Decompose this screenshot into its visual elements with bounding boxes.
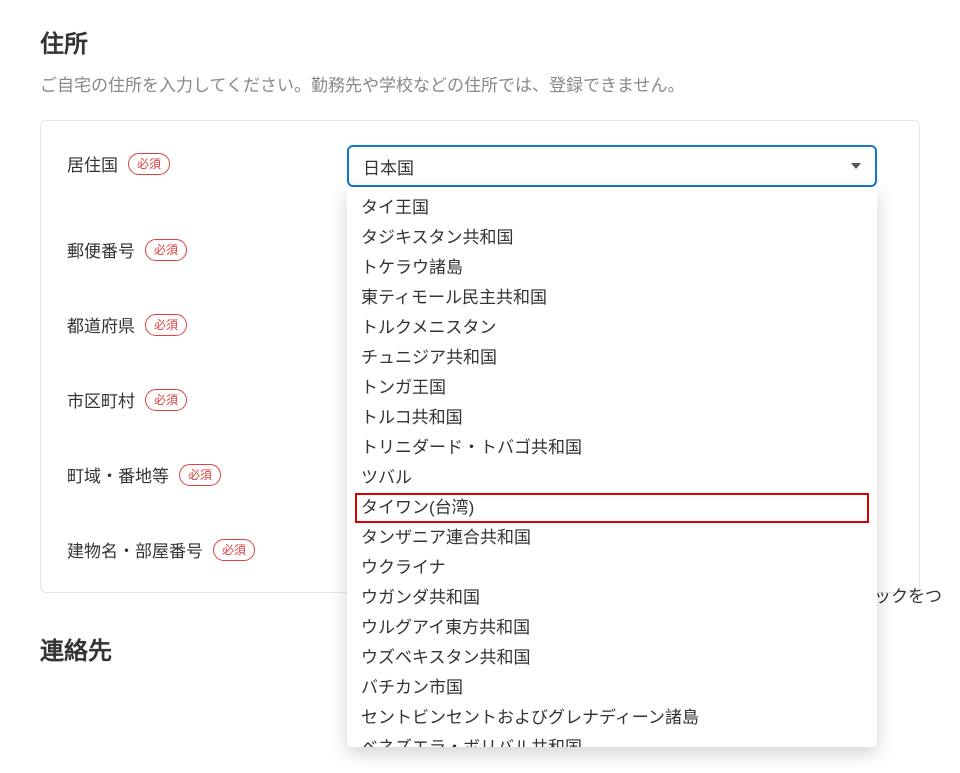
required-badge: 必須 (179, 464, 221, 486)
pref-label: 都道府県 (67, 312, 135, 337)
required-badge: 必須 (145, 389, 187, 411)
country-option[interactable]: ウルグアイ東方共和国 (347, 613, 877, 643)
hint-text-fragment: ックをつ (874, 582, 942, 607)
required-badge: 必須 (213, 539, 255, 561)
city-label: 市区町村 (67, 387, 135, 412)
chevron-down-icon (851, 163, 861, 169)
country-option[interactable]: タジキスタン共和国 (347, 223, 877, 253)
country-option[interactable]: ウズベキスタン共和国 (347, 643, 877, 673)
address-section-title: 住所 (40, 24, 920, 59)
country-option[interactable]: ベネズエラ・ボリバル共和国 (347, 733, 877, 747)
street-label: 町域・番地等 (67, 462, 169, 487)
bldg-label: 建物名・部屋番号 (67, 537, 203, 562)
country-option[interactable]: ツバル (347, 463, 877, 493)
required-badge: 必須 (145, 314, 187, 336)
address-section-desc: ご自宅の住所を入力してください。勤務先や学校などの住所では、登録できません。 (40, 71, 920, 96)
country-option[interactable]: ウクライナ (347, 553, 877, 583)
country-option[interactable]: セントビンセントおよびグレナディーン諸島 (347, 703, 877, 733)
country-option[interactable]: ウガンダ共和国 (347, 583, 877, 613)
country-option[interactable]: トリニダード・トバゴ共和国 (347, 433, 877, 463)
country-option[interactable]: タイワン(台湾) (355, 493, 869, 523)
postal-label: 郵便番号 (67, 237, 135, 262)
country-option[interactable]: タンザニア連合共和国 (347, 523, 877, 553)
country-option[interactable]: トンガ王国 (347, 373, 877, 403)
required-badge: 必須 (128, 153, 170, 175)
country-option[interactable]: タイ王国 (347, 193, 877, 223)
country-option[interactable]: トルコ共和国 (347, 403, 877, 433)
country-label: 居住国 (67, 151, 118, 176)
country-select-value: 日本国 (363, 154, 414, 179)
required-badge: 必須 (145, 239, 187, 261)
country-option[interactable]: バチカン市国 (347, 673, 877, 703)
country-option[interactable]: 東ティモール民主共和国 (347, 283, 877, 313)
country-dropdown: タイ王国タジキスタン共和国トケラウ諸島東ティモール民主共和国トルクメニスタンチュ… (347, 187, 877, 747)
country-option[interactable]: トケラウ諸島 (347, 253, 877, 283)
country-select[interactable]: 日本国 (347, 145, 877, 187)
address-form-card: 居住国 必須 日本国 タイ王国タジキスタン共和国トケラウ諸島東ティモール民主共和… (40, 120, 920, 593)
country-option[interactable]: チュニジア共和国 (347, 343, 877, 373)
country-option[interactable]: トルクメニスタン (347, 313, 877, 343)
